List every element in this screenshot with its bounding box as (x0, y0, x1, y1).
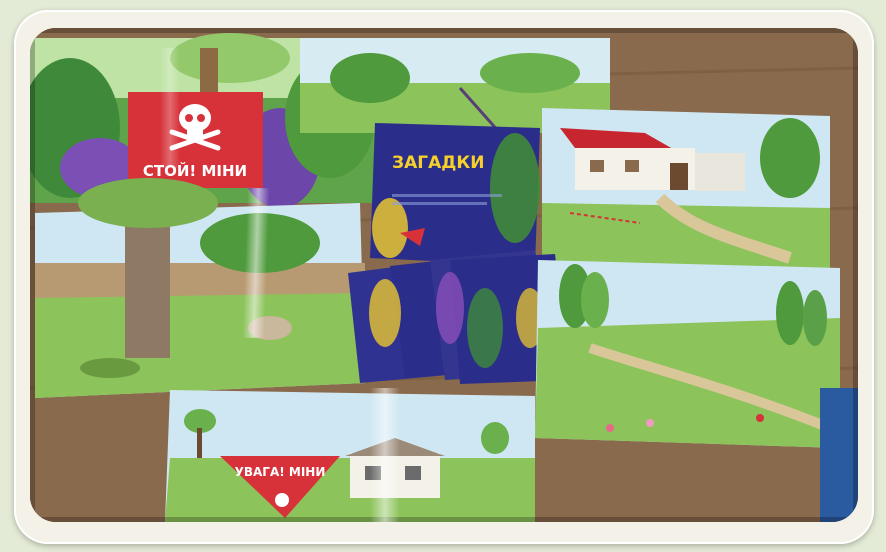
skull-icon (179, 104, 211, 132)
small-house (350, 453, 440, 498)
blue-object-edge (820, 388, 858, 522)
photo: СТОЙ! МІНИ ЗАГАДКИ УВАГА! МІНИ (30, 28, 858, 522)
stop-mines-text: СТОЙ! МІНИ (143, 161, 247, 180)
stop-mines-sign: СТОЙ! МІНИ (128, 92, 263, 188)
photo-scene: СТОЙ! МІНИ ЗАГАДКИ УВАГА! МІНИ (30, 28, 858, 522)
tree-trunk (125, 208, 170, 358)
booklet-title: ЗАГАДКИ (392, 153, 485, 173)
card-meadow-path (535, 260, 840, 448)
skull-icon (275, 493, 289, 507)
card-tree-fence (35, 178, 365, 398)
booklet-riddles: ЗАГАДКИ (370, 123, 540, 266)
warning-mines-text: УВАГА! МІНИ (235, 465, 326, 479)
card-house-red-roof (542, 108, 830, 273)
